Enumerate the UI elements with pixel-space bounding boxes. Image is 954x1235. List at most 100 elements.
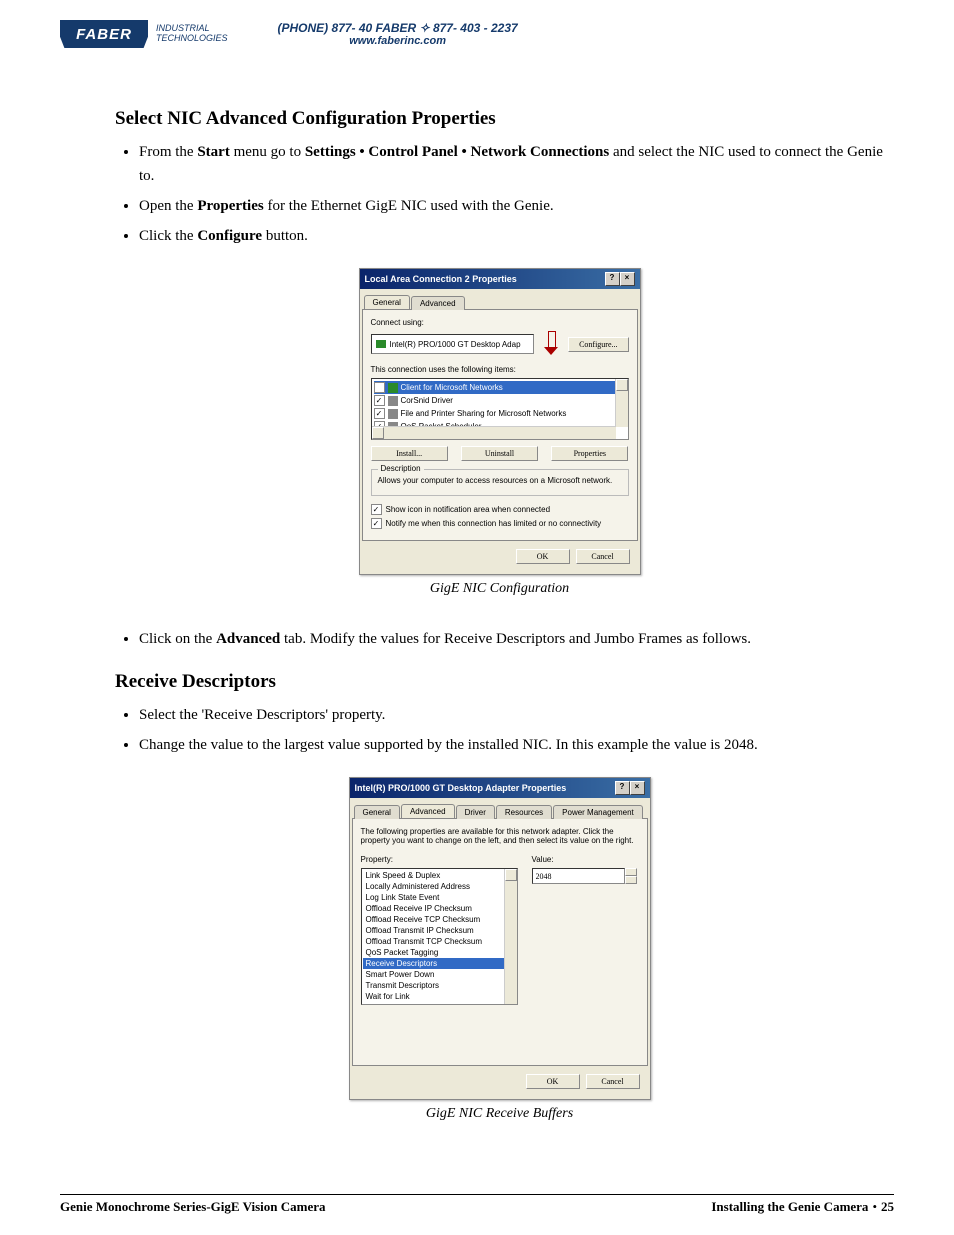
tab-power-management[interactable]: Power Management — [553, 805, 643, 819]
prop-item[interactable]: Locally Administered Address — [363, 881, 516, 892]
prop-item-selected[interactable]: Receive Descriptors — [363, 958, 516, 969]
prop-item[interactable]: QoS Packet Tagging — [363, 947, 516, 958]
intro-text: The following properties are available f… — [361, 827, 639, 845]
help-icon[interactable]: ? — [615, 781, 630, 795]
ok-button[interactable]: OK — [526, 1074, 580, 1089]
footer-page-number: 25 — [881, 1199, 894, 1214]
page-footer: Genie Monochrome Series-GigE Vision Came… — [60, 1194, 894, 1215]
ok-button[interactable]: OK — [516, 549, 570, 564]
connect-using-label: Connect using: — [371, 318, 629, 327]
prop-item[interactable]: Offload Receive IP Checksum — [363, 903, 516, 914]
tab-general[interactable]: General — [354, 805, 400, 819]
notify-checkbox-row[interactable]: ✓Notify me when this connection has limi… — [371, 518, 629, 529]
figure-caption: GigE NIC Configuration — [115, 581, 884, 597]
list-item[interactable]: ✓Client for Microsoft Networks — [374, 381, 626, 394]
value-input[interactable] — [532, 868, 625, 884]
checkbox-icon[interactable]: ✓ — [374, 408, 385, 419]
service-icon — [388, 409, 398, 419]
dialog-adapter-properties: Intel(R) PRO/1000 GT Desktop Adapter Pro… — [349, 777, 651, 1100]
text: Click the — [139, 228, 197, 244]
network-client-icon — [388, 383, 398, 393]
nic-icon — [376, 340, 386, 348]
section1-title: Select NIC Advanced Configuration Proper… — [115, 108, 884, 130]
prop-item[interactable]: Transmit Descriptors — [363, 980, 516, 991]
dialog-title-text: Local Area Connection 2 Properties — [365, 274, 517, 284]
adapter-name: Intel(R) PRO/1000 GT Desktop Adap — [390, 340, 521, 349]
footer-section: Installing the Genie Camera — [711, 1199, 868, 1214]
list-item: Click on the Advanced tab. Modify the va… — [139, 627, 884, 651]
checkbox-icon[interactable]: ✓ — [371, 504, 382, 515]
property-listbox[interactable]: Link Speed & Duplex Locally Administered… — [361, 868, 518, 1005]
checkbox-icon[interactable]: ✓ — [374, 382, 385, 393]
help-icon[interactable]: ? — [605, 272, 620, 286]
prop-item[interactable]: Offload Receive TCP Checksum — [363, 914, 516, 925]
scroll-up-icon[interactable] — [505, 869, 517, 881]
scroll-left-icon[interactable] — [372, 427, 384, 439]
cancel-button[interactable]: Cancel — [586, 1074, 640, 1089]
value-label: Value: — [532, 855, 637, 864]
logo-sub-line2: TECHNOLOGIES — [156, 34, 228, 44]
close-icon[interactable]: × — [620, 272, 635, 286]
logo-mark: FABER — [60, 20, 148, 48]
service-icon — [388, 396, 398, 406]
prop-item[interactable]: Log Link State Event — [363, 892, 516, 903]
value-spinner[interactable] — [532, 868, 637, 884]
list-item[interactable]: ✓File and Printer Sharing for Microsoft … — [374, 407, 626, 420]
header-url: www.faberinc.com — [278, 35, 518, 47]
bold: Start — [197, 144, 230, 160]
scrollbar-horizontal[interactable] — [372, 426, 616, 439]
list-item: Select the 'Receive Descriptors' propert… — [139, 703, 884, 727]
prop-item[interactable]: Offload Transmit TCP Checksum — [363, 936, 516, 947]
mid-list: Click on the Advanced tab. Modify the va… — [115, 627, 884, 651]
dialog-lan-properties: Local Area Connection 2 Properties ? × G… — [359, 268, 641, 575]
spin-down-icon[interactable] — [625, 876, 637, 884]
text: tab. Modify the values for Receive Descr… — [280, 631, 751, 647]
scrollbar-vertical[interactable] — [615, 379, 628, 427]
section2-list: Select the 'Receive Descriptors' propert… — [115, 703, 884, 757]
section1-list: From the Start menu go to Settings • Con… — [115, 140, 884, 248]
dialog-title-text: Intel(R) PRO/1000 GT Desktop Adapter Pro… — [355, 783, 567, 793]
tab-general[interactable]: General — [364, 295, 410, 309]
text: Open the — [139, 198, 197, 214]
figure-caption: GigE NIC Receive Buffers — [115, 1106, 884, 1122]
scroll-up-icon[interactable] — [616, 379, 628, 391]
page-header: FABER INDUSTRIAL TECHNOLOGIES (PHONE) 87… — [60, 20, 894, 48]
phone-line: (PHONE) 877- 40 FABER ✧ 877- 403 - 2237 — [278, 21, 518, 35]
description-group: Description Allows your computer to acce… — [371, 469, 629, 496]
list-item[interactable]: ✓ CorSnid Driver — [374, 394, 626, 407]
cancel-button[interactable]: Cancel — [576, 549, 630, 564]
text: menu go to — [230, 144, 305, 160]
bold: Configure — [197, 228, 262, 244]
uninstall-button[interactable]: Uninstall — [461, 446, 538, 461]
text: Click on the — [139, 631, 216, 647]
tab-advanced[interactable]: Advanced — [401, 804, 455, 818]
items-listbox[interactable]: ✓Client for Microsoft Networks ✓ CorSnid … — [371, 378, 629, 440]
prop-item[interactable]: Wake on Link Settings — [363, 1002, 516, 1005]
properties-button[interactable]: Properties — [551, 446, 628, 461]
scrollbar-vertical[interactable] — [504, 869, 517, 1004]
prop-item[interactable]: Offload Transmit IP Checksum — [363, 925, 516, 936]
install-button[interactable]: Install... — [371, 446, 448, 461]
tab-resources[interactable]: Resources — [496, 805, 552, 819]
logo: FABER INDUSTRIAL TECHNOLOGIES — [60, 20, 228, 48]
property-label: Property: — [361, 855, 518, 864]
close-icon[interactable]: × — [630, 781, 645, 795]
list-item: Click the Configure button. — [139, 224, 884, 248]
prop-item[interactable]: Wait for Link — [363, 991, 516, 1002]
tab-advanced[interactable]: Advanced — [411, 296, 465, 310]
logo-subtext: INDUSTRIAL TECHNOLOGIES — [156, 24, 228, 44]
show-icon-checkbox-row[interactable]: ✓Show icon in notification area when con… — [371, 504, 629, 515]
configure-button[interactable]: Configure... — [568, 337, 628, 352]
description-text: Allows your computer to access resources… — [378, 476, 622, 485]
spin-up-icon[interactable] — [625, 868, 637, 876]
prop-item[interactable]: Link Speed & Duplex — [363, 870, 516, 881]
text: for the Ethernet GigE NIC used with the … — [264, 198, 554, 214]
tab-driver[interactable]: Driver — [456, 805, 495, 819]
bullet-icon: • — [868, 1199, 881, 1214]
item-label: CorSnid Driver — [401, 396, 453, 405]
checkbox-icon[interactable]: ✓ — [371, 518, 382, 529]
prop-item[interactable]: Smart Power Down — [363, 969, 516, 980]
dialog-titlebar: Intel(R) PRO/1000 GT Desktop Adapter Pro… — [350, 778, 650, 798]
uses-items-label: This connection uses the following items… — [371, 365, 629, 374]
checkbox-icon[interactable]: ✓ — [374, 395, 385, 406]
